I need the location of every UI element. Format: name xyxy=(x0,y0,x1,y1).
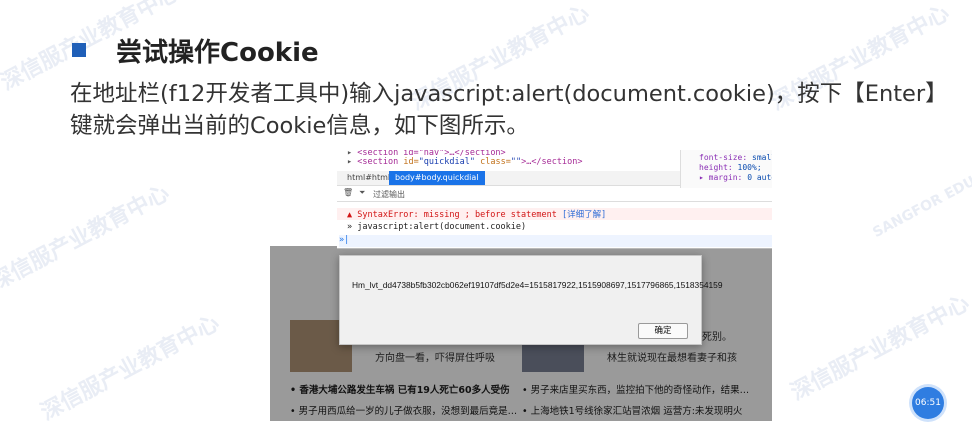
news-item[interactable]: • 男子用西瓜给一岁的儿子做衣服，没想到最后竟是… xyxy=(290,403,517,417)
news-caption-right: 林生就说现在最想看妻子和孩 xyxy=(607,353,737,364)
ok-button[interactable]: 确定 xyxy=(638,323,688,339)
watermark: 深信服产业教育中心 xyxy=(36,310,224,426)
body-line-1: 在地址栏(f12开发者工具中)输入javascript:alert(docume… xyxy=(70,81,948,107)
breadcrumb-html[interactable]: html#html xyxy=(347,173,390,182)
console-error-line: ▲ SyntaxError: missing ; before statemen… xyxy=(337,208,772,220)
input-chevron-icon: » xyxy=(339,235,345,245)
browser-screenshot: 方向盘一看，吓得屏住呼吸 死别。 林生就说现在最想看妻子和孩 • 香港大埔公路发… xyxy=(270,150,772,421)
breadcrumb: html#html body#body.quickdial xyxy=(337,171,680,186)
css-rule-line: ▸ margin: 0 auto; xyxy=(699,173,772,182)
filter-output-label[interactable]: 过滤输出 xyxy=(373,189,405,200)
css-rule-line: font-size: small xyxy=(699,153,772,162)
title-text: 尝试操作Cookie xyxy=(116,37,319,68)
news-caption-left: 方向盘一看，吓得屏住呼吸 xyxy=(375,353,495,364)
breadcrumb-body[interactable]: body#body.quickdial xyxy=(389,171,485,185)
css-rules-pane: font-size: small height: 100%; ▸ margin:… xyxy=(680,150,772,188)
alert-message: Hm_lvt_dd4738b5fb302cb062ef19107df5d2e4=… xyxy=(352,280,723,290)
news-item[interactable]: • 香港大埔公路发生车祸 已有19人死亡60多人受伤 xyxy=(290,382,510,396)
console-toolbar: 🗑 ⏷ 过滤输出 xyxy=(337,187,772,202)
body-line-2: 键就会弹出当前的Cookie信息，如下图所示。 xyxy=(70,113,529,139)
devtools-panel: ▸ <section id="nav">…</section> ▸ <secti… xyxy=(337,150,772,249)
news-item[interactable]: • 上海地铁1号线徐家汇站冒浓烟 运营方:未发现明火 xyxy=(522,403,742,417)
slide-body-text: 在地址栏(f12开发者工具中)输入javascript:alert(docume… xyxy=(70,78,960,142)
alert-dialog: Hm_lvt_dd4738b5fb302cb062ef19107df5d2e4=… xyxy=(339,255,722,345)
time-badge: 06:51 xyxy=(912,387,944,419)
console-command-line: » javascript:alert(document.cookie) xyxy=(347,222,527,232)
warning-icon: ▲ xyxy=(347,210,353,220)
title-bullet-square xyxy=(72,43,86,57)
filter-icon[interactable]: ⏷ xyxy=(359,188,365,198)
css-rule-line: height: 100%; xyxy=(699,163,762,172)
console-input[interactable]: »| xyxy=(339,235,772,247)
watermark: 深信服产业教育中心 xyxy=(786,290,972,406)
slide-title: 尝试操作Cookie xyxy=(72,30,319,70)
trash-icon[interactable]: 🗑 xyxy=(343,188,353,197)
news-item[interactable]: • 男子来店里买东西，监控拍下他的奇怪动作，结果… xyxy=(522,382,749,396)
news-caption-right-top: 死别。 xyxy=(702,332,732,343)
watermark: 深信服产业教育中心 xyxy=(0,180,174,296)
prompt-chevron-icon: » xyxy=(347,222,353,232)
code-line-quickdial[interactable]: ▸ <section id="quickdial" class="">…</se… xyxy=(347,157,583,167)
learn-more-link[interactable]: [详细了解] xyxy=(562,210,606,220)
